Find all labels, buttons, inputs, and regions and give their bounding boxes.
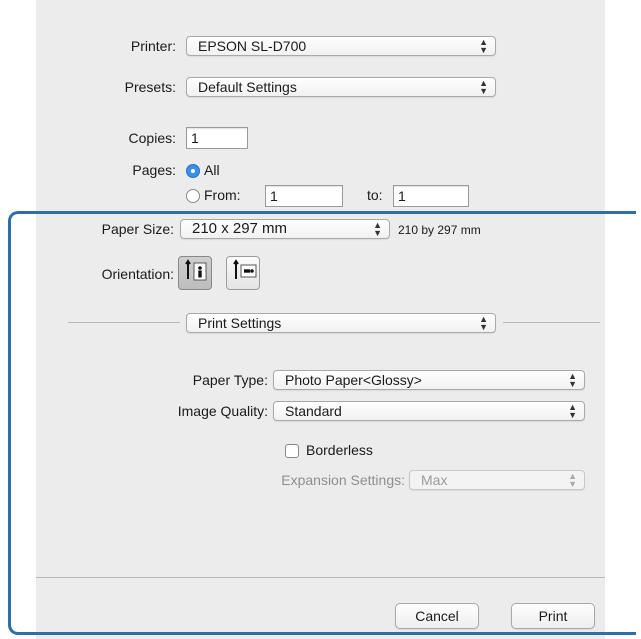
presets-label: Presets: (124, 79, 176, 95)
print-dialog: Printer: EPSON SL-D700 ▲ ▼ Presets: Defau… (36, 0, 605, 639)
section-value: Print Settings (198, 315, 282, 331)
printer-value: EPSON SL-D700 (198, 38, 307, 54)
landscape-orientation-icon (233, 259, 257, 279)
section-popup[interactable]: Print Settings ▲ ▼ (186, 313, 496, 333)
presets-value: Default Settings (198, 79, 297, 95)
borderless-label: Borderless (306, 442, 373, 458)
section-separator-right (503, 322, 600, 323)
pages-to-field[interactable]: 1 (393, 185, 469, 207)
image-quality-popup[interactable]: Standard ▲ ▼ (273, 401, 585, 421)
bottom-separator (36, 577, 605, 578)
paper-size-popup[interactable]: 210 x 297 mm ▲ ▼ (180, 219, 390, 239)
popup-arrows-icon: ▲ ▼ (568, 402, 577, 420)
pages-all-radio[interactable] (186, 164, 200, 178)
pages-from-label: From: (204, 187, 241, 203)
paper-size-value: 210 x 297 mm (192, 220, 288, 237)
paper-size-description: 210 by 297 mm (398, 223, 481, 237)
pages-all-label: All (204, 162, 220, 178)
popup-arrows-icon: ▲ ▼ (479, 37, 488, 55)
printer-label: Printer: (130, 38, 176, 54)
paper-type-label: Paper Type: (192, 372, 268, 388)
popup-arrows-icon: ▲ ▼ (373, 220, 382, 238)
pages-label: Pages: (132, 162, 176, 178)
copies-field[interactable]: 1 (186, 127, 248, 149)
portrait-orientation-icon (185, 259, 207, 281)
image-quality-label: Image Quality: (177, 403, 268, 419)
expansion-settings-value: Max (421, 472, 448, 488)
orientation-label: Orientation: (101, 266, 174, 282)
image-quality-value: Standard (285, 403, 342, 419)
popup-arrows-icon: ▲ ▼ (479, 78, 488, 96)
orientation-landscape-button[interactable] (226, 256, 260, 290)
borderless-checkbox[interactable] (285, 444, 299, 458)
popup-arrows-icon: ▲ ▼ (479, 314, 488, 332)
pages-from-field[interactable]: 1 (265, 185, 343, 207)
presets-popup[interactable]: Default Settings ▲ ▼ (186, 77, 496, 97)
expansion-settings-popup[interactable]: Max ▲ ▼ (409, 470, 585, 490)
cancel-button[interactable]: Cancel (395, 603, 479, 629)
orientation-portrait-button[interactable] (178, 256, 212, 290)
popup-arrows-icon: ▲ ▼ (568, 471, 577, 489)
pages-to-label: to: (367, 187, 383, 203)
section-separator-left (68, 322, 180, 323)
paper-type-popup[interactable]: Photo Paper<Glossy> ▲ ▼ (273, 370, 585, 390)
print-button[interactable]: Print (511, 603, 595, 629)
pages-from-radio[interactable] (186, 189, 200, 203)
paper-size-label: Paper Size: (101, 221, 174, 237)
popup-arrows-icon: ▲ ▼ (568, 371, 577, 389)
expansion-settings-label: Expansion Settings: (281, 472, 405, 488)
copies-label: Copies: (128, 130, 176, 146)
paper-type-value: Photo Paper<Glossy> (285, 372, 422, 388)
printer-popup[interactable]: EPSON SL-D700 ▲ ▼ (186, 36, 496, 56)
